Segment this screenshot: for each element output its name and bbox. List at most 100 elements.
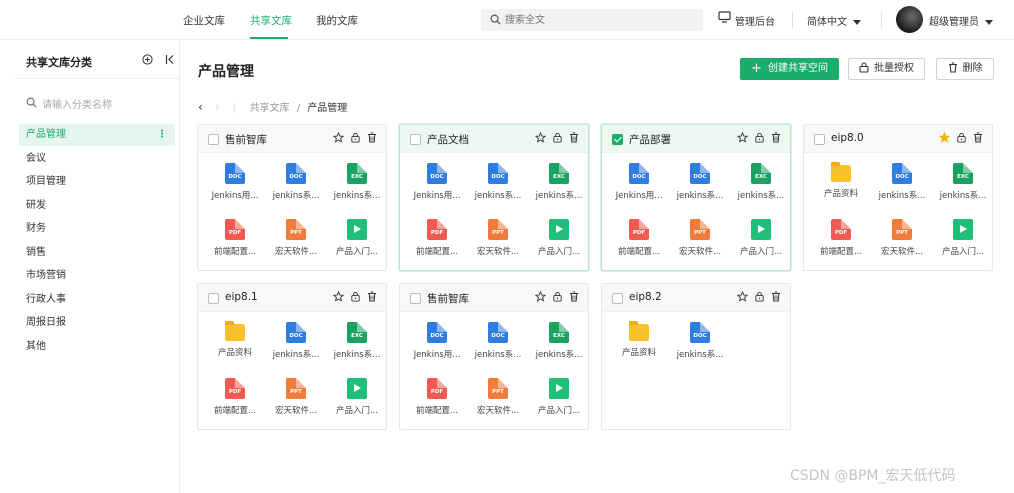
trash-icon[interactable] bbox=[771, 291, 781, 302]
file-item[interactable]: DOC Jenkins用... bbox=[406, 322, 468, 360]
user-menu[interactable]: 超级管理员 bbox=[929, 13, 993, 28]
lock-icon[interactable] bbox=[956, 132, 967, 143]
tab-enterprise-library[interactable]: 企业文库 bbox=[183, 13, 225, 28]
file-item[interactable]: 产品入门... bbox=[932, 219, 994, 257]
trash-icon[interactable] bbox=[367, 132, 377, 143]
file-item[interactable]: DOC jenkins系... bbox=[871, 163, 933, 201]
library-card[interactable]: eip8.0 产品资料 DOC jenkins系... EXC jenkins系… bbox=[803, 124, 993, 271]
card-checkbox[interactable] bbox=[410, 134, 421, 145]
star-icon[interactable] bbox=[939, 132, 950, 143]
file-item[interactable]: EXC jenkins系... bbox=[528, 322, 590, 360]
lock-icon[interactable] bbox=[350, 132, 361, 143]
file-item[interactable]: PDF 前端配置... bbox=[406, 219, 468, 257]
global-search[interactable] bbox=[481, 9, 703, 31]
language-select[interactable]: 简体中文 bbox=[807, 13, 861, 28]
file-item[interactable]: DOC jenkins系... bbox=[669, 322, 731, 360]
card-title[interactable]: 售前智库 bbox=[225, 132, 267, 147]
lock-icon[interactable] bbox=[350, 291, 361, 302]
file-item[interactable]: PPT 宏天软件... bbox=[467, 378, 529, 416]
back-icon[interactable]: ‹ bbox=[198, 100, 203, 114]
card-checkbox[interactable] bbox=[208, 134, 219, 145]
library-card[interactable]: 产品部署 DOC Jenkins用... DOC jenkins系... EXC… bbox=[601, 124, 791, 271]
star-icon[interactable] bbox=[333, 132, 344, 143]
lock-icon[interactable] bbox=[754, 132, 765, 143]
file-item[interactable]: PPT 宏天软件... bbox=[467, 219, 529, 257]
breadcrumb-root[interactable]: 共享文库 bbox=[250, 103, 290, 114]
file-item[interactable]: 产品资料 bbox=[608, 321, 670, 358]
file-item[interactable]: PPT 宏天软件... bbox=[669, 219, 731, 257]
file-item[interactable]: EXC jenkins系... bbox=[326, 322, 388, 360]
star-icon[interactable] bbox=[535, 132, 546, 143]
file-item[interactable]: DOC jenkins系... bbox=[669, 163, 731, 201]
forward-icon[interactable]: › bbox=[215, 100, 220, 114]
file-item[interactable]: EXC jenkins系... bbox=[932, 163, 994, 201]
trash-icon[interactable] bbox=[569, 132, 579, 143]
card-title[interactable]: 产品部署 bbox=[629, 132, 671, 147]
library-card[interactable]: eip8.1 产品资料 DOC jenkins系... EXC jenkins系… bbox=[197, 283, 387, 430]
file-item[interactable]: PDF 前端配置... bbox=[406, 378, 468, 416]
card-title[interactable]: eip8.1 bbox=[225, 291, 258, 303]
library-card[interactable]: 产品文档 DOC Jenkins用... DOC jenkins系... EXC… bbox=[399, 124, 589, 271]
file-item[interactable]: EXC jenkins系... bbox=[730, 163, 792, 201]
file-item[interactable]: EXC jenkins系... bbox=[528, 163, 590, 201]
file-item[interactable]: DOC Jenkins用... bbox=[608, 163, 670, 201]
sidebar-item[interactable]: 市场营销 bbox=[19, 265, 175, 287]
star-icon[interactable] bbox=[333, 291, 344, 302]
more-options-icon[interactable]: ⋮ bbox=[157, 124, 167, 146]
file-item[interactable]: DOC Jenkins用... bbox=[204, 163, 266, 201]
card-title[interactable]: 产品文档 bbox=[427, 132, 469, 147]
file-item[interactable]: DOC jenkins系... bbox=[467, 163, 529, 201]
sidebar-item[interactable]: 项目管理 bbox=[19, 171, 175, 193]
sidebar-item[interactable]: 其他 bbox=[19, 336, 175, 358]
admin-console-link[interactable]: 管理后台 bbox=[735, 13, 775, 28]
lock-icon[interactable] bbox=[754, 291, 765, 302]
card-checkbox[interactable] bbox=[814, 134, 825, 145]
library-card[interactable]: 售前智库 DOC Jenkins用... DOC jenkins系... EXC… bbox=[197, 124, 387, 271]
card-checkbox[interactable] bbox=[208, 293, 219, 304]
collapse-sidebar-icon[interactable] bbox=[165, 54, 175, 68]
sidebar-item[interactable]: 周报日报 bbox=[19, 312, 175, 334]
avatar[interactable] bbox=[896, 6, 923, 33]
file-item[interactable]: PDF 前端配置... bbox=[204, 219, 266, 257]
card-title[interactable]: eip8.2 bbox=[629, 291, 662, 303]
tab-my-library[interactable]: 我的文库 bbox=[316, 13, 358, 28]
file-item[interactable]: 产品入门... bbox=[326, 219, 388, 257]
file-item[interactable]: 产品资料 bbox=[810, 162, 872, 199]
sidebar-item[interactable]: 行政人事 bbox=[19, 289, 175, 311]
card-title[interactable]: 售前智库 bbox=[427, 291, 469, 306]
file-item[interactable]: PPT 宏天软件... bbox=[265, 378, 327, 416]
file-item[interactable]: PDF 前端配置... bbox=[608, 219, 670, 257]
file-item[interactable]: 产品入门... bbox=[326, 378, 388, 416]
trash-icon[interactable] bbox=[973, 132, 983, 143]
library-card[interactable]: 售前智库 DOC Jenkins用... DOC jenkins系... EXC… bbox=[399, 283, 589, 430]
file-item[interactable]: 产品入门... bbox=[528, 378, 590, 416]
file-item[interactable]: PPT 宏天软件... bbox=[265, 219, 327, 257]
file-item[interactable]: 产品资料 bbox=[204, 321, 266, 358]
file-item[interactable]: DOC jenkins系... bbox=[265, 163, 327, 201]
card-checkbox[interactable] bbox=[410, 293, 421, 304]
card-checkbox[interactable] bbox=[612, 134, 623, 145]
tab-shared-library[interactable]: 共享文库 bbox=[250, 13, 292, 28]
sidebar-item[interactable]: 研发 bbox=[19, 195, 175, 217]
global-search-input[interactable] bbox=[505, 12, 695, 28]
sidebar-item[interactable]: 会议 bbox=[19, 148, 175, 170]
file-item[interactable]: 产品入门... bbox=[528, 219, 590, 257]
star-icon[interactable] bbox=[737, 291, 748, 302]
create-shared-space-button[interactable]: + 创建共享空间 bbox=[740, 58, 839, 80]
lock-icon[interactable] bbox=[552, 132, 563, 143]
file-item[interactable]: 产品入门... bbox=[730, 219, 792, 257]
sidebar-item[interactable]: 产品管理 ⋮ bbox=[19, 124, 175, 146]
batch-authorize-button[interactable]: 批量授权 bbox=[848, 58, 925, 80]
card-title[interactable]: eip8.0 bbox=[831, 132, 864, 144]
lock-icon[interactable] bbox=[552, 291, 563, 302]
file-item[interactable]: PDF 前端配置... bbox=[204, 378, 266, 416]
file-item[interactable]: PPT 宏天软件... bbox=[871, 219, 933, 257]
category-search[interactable]: 请输入分类名称 bbox=[24, 95, 174, 111]
file-item[interactable]: PDF 前端配置... bbox=[810, 219, 872, 257]
sidebar-item[interactable]: 销售 bbox=[19, 242, 175, 264]
sidebar-item[interactable]: 财务 bbox=[19, 218, 175, 240]
file-item[interactable]: DOC jenkins系... bbox=[467, 322, 529, 360]
library-card[interactable]: eip8.2 产品资料 DOC jenkins系... bbox=[601, 283, 791, 430]
file-item[interactable]: EXC jenkins系... bbox=[326, 163, 388, 201]
trash-icon[interactable] bbox=[569, 291, 579, 302]
